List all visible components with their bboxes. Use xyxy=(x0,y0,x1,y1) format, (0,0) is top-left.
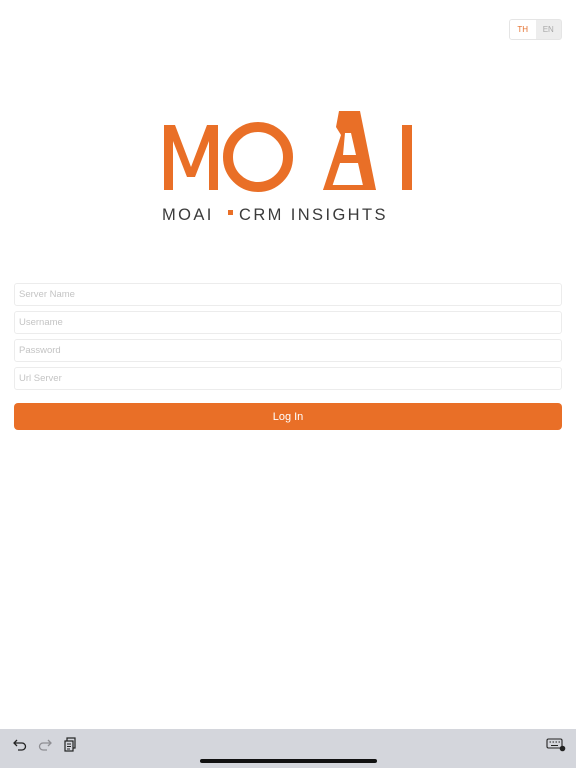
moai-logo: MOAI CRM INSIGHTS xyxy=(155,105,423,230)
logo-tagline-left: MOAI xyxy=(162,206,214,224)
logo-tagline-right: CRM INSIGHTS xyxy=(239,206,388,224)
username-input[interactable] xyxy=(14,311,562,334)
password-input[interactable] xyxy=(14,339,562,362)
undo-icon[interactable] xyxy=(12,736,28,752)
moai-logo-graphic: MOAI CRM INSIGHTS xyxy=(162,111,412,224)
home-indicator xyxy=(200,759,377,763)
lang-option-en[interactable]: EN xyxy=(536,20,562,39)
keyboard-dismiss-icon[interactable] xyxy=(546,736,566,752)
redo-icon[interactable] xyxy=(37,736,53,752)
server-name-input[interactable] xyxy=(14,283,562,306)
login-button[interactable]: Log In xyxy=(14,403,562,430)
language-toggle[interactable]: TH EN xyxy=(509,19,562,40)
paste-icon[interactable] xyxy=(62,736,78,752)
lang-option-th[interactable]: TH xyxy=(510,20,536,39)
url-server-input[interactable] xyxy=(14,367,562,390)
